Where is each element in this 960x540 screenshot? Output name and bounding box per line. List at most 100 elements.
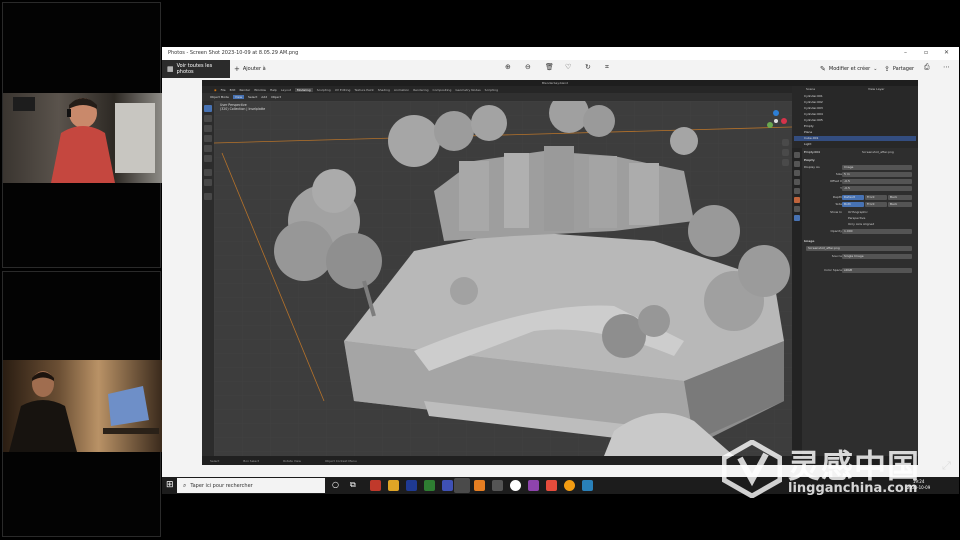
rotate-icon[interactable]: ↻: [585, 64, 591, 74]
workspace-tab[interactable]: UV Editing: [335, 88, 351, 92]
image-section-header[interactable]: Image: [804, 239, 916, 245]
outliner-row[interactable]: Cylinder.003: [794, 106, 916, 111]
select-tool-icon[interactable]: [204, 105, 212, 112]
app-icon-4[interactable]: [424, 480, 435, 491]
workspace-tab-active[interactable]: Modeling: [295, 87, 313, 92]
edit-create-button[interactable]: ✎ Modifier et créer ⌄: [820, 64, 877, 74]
app-icon-5[interactable]: [442, 480, 453, 491]
menu-help[interactable]: Help: [270, 88, 277, 92]
display-as-dropdown[interactable]: Image: [842, 165, 912, 170]
world-tab-icon[interactable]: [794, 188, 800, 194]
app-icon-10[interactable]: [528, 480, 539, 491]
add-cube-tool-icon[interactable]: [204, 193, 212, 200]
cursor-tool-icon[interactable]: [204, 115, 212, 122]
outliner-row[interactable]: Cylinder.002: [794, 100, 916, 105]
file-explorer-icon[interactable]: [388, 480, 399, 491]
outliner-row[interactable]: Cylinder.004: [794, 112, 916, 117]
outliner-row[interactable]: Cylinder.005: [794, 118, 916, 123]
add-menu[interactable]: Add: [261, 95, 267, 99]
measure-tool-icon[interactable]: [204, 179, 212, 186]
outliner-row-selected[interactable]: Cube.001: [794, 136, 916, 141]
annotate-tool-icon[interactable]: [204, 169, 212, 176]
side-back-button[interactable]: Back: [888, 202, 912, 207]
scene-tab-icon[interactable]: [794, 179, 800, 185]
zoom-out-icon[interactable]: ⊖: [525, 64, 531, 74]
depth-default-button[interactable]: Default: [842, 195, 864, 200]
print-icon[interactable]: ⎙: [924, 64, 930, 74]
tool-tab-icon[interactable]: [794, 152, 800, 158]
offset-x-field[interactable]: -0.5: [842, 179, 912, 184]
select-menu[interactable]: Select: [248, 95, 257, 99]
opacity-field[interactable]: 1.000: [842, 229, 912, 234]
app-icon-8[interactable]: [492, 480, 503, 491]
menu-render[interactable]: Render: [239, 88, 250, 92]
colorspace-dropdown[interactable]: sRGB: [842, 268, 912, 273]
outliner-row[interactable]: Plane: [794, 130, 916, 135]
empty-section-header[interactable]: Empty: [804, 158, 916, 164]
workspace-tab[interactable]: Animation: [394, 88, 409, 92]
3d-viewport[interactable]: User Perspective (320) Collection | Inse…: [214, 101, 792, 456]
workspace-tab[interactable]: Layout: [281, 88, 291, 92]
cortana-icon[interactable]: ○: [332, 480, 339, 489]
firefox-icon[interactable]: [454, 478, 470, 493]
size-field[interactable]: 5 m: [842, 172, 912, 177]
object-menu[interactable]: Object: [271, 95, 281, 99]
zoom-view-icon[interactable]: [782, 139, 789, 146]
see-all-photos-button[interactable]: ▦ Voir toutes les photos: [162, 60, 230, 78]
workspace-tab[interactable]: Texture Paint: [354, 88, 373, 92]
view-layer-selector[interactable]: View Layer: [868, 87, 884, 91]
depth-front-button[interactable]: Front: [865, 195, 887, 200]
view-menu[interactable]: View: [232, 95, 245, 99]
workspace-tab[interactable]: Shading: [378, 88, 390, 92]
side-both-button[interactable]: Both: [842, 202, 864, 207]
workspace-tab[interactable]: Sculpting: [317, 88, 331, 92]
image-selector[interactable]: Screenshot_after.png: [806, 246, 912, 251]
close-icon[interactable]: ✕: [944, 49, 949, 56]
share-button[interactable]: ⇪ Partager: [884, 64, 914, 74]
workspace-tab[interactable]: Compositing: [433, 88, 452, 92]
camera-view-icon[interactable]: [782, 159, 789, 166]
rotate-tool-icon[interactable]: [204, 135, 212, 142]
vlc-icon[interactable]: [474, 480, 485, 491]
more-icon[interactable]: ⋯: [943, 64, 950, 74]
favorite-icon[interactable]: ♡: [565, 64, 571, 74]
blender-taskbar-icon[interactable]: [564, 480, 575, 491]
object-mode-dropdown[interactable]: Object Mode: [210, 95, 229, 99]
app-icon-9[interactable]: [510, 480, 521, 491]
source-dropdown[interactable]: Single Image: [842, 254, 912, 259]
delete-icon[interactable]: 🗑: [545, 64, 554, 74]
data-name-field[interactable]: Screenshot_after.png: [862, 150, 912, 156]
output-tab-icon[interactable]: [794, 170, 800, 176]
show-axis-aligned-checkbox[interactable]: Only Axis Aligned: [848, 222, 914, 228]
add-to-button[interactable]: + Ajouter à: [234, 64, 266, 74]
task-view-icon[interactable]: ⧉: [350, 480, 356, 490]
object-tab-icon[interactable]: [794, 197, 800, 203]
scene-selector[interactable]: Scene: [806, 87, 815, 91]
workspace-tab[interactable]: Scripting: [485, 88, 498, 92]
menu-edit[interactable]: Edit: [230, 88, 236, 92]
offset-y-field[interactable]: -0.5: [842, 186, 912, 191]
app-icon-1[interactable]: [370, 480, 381, 491]
move-tool-icon[interactable]: [204, 125, 212, 132]
workspace-tab[interactable]: Rendering: [413, 88, 428, 92]
maximize-icon[interactable]: ▫: [924, 49, 928, 56]
pan-view-icon[interactable]: [782, 149, 789, 156]
minimize-icon[interactable]: –: [904, 49, 907, 56]
data-tab-icon[interactable]: [794, 215, 800, 221]
outliner-row[interactable]: Empty: [794, 124, 916, 129]
crop-icon[interactable]: ⌗: [605, 64, 609, 74]
expand-icon[interactable]: ⤢: [942, 459, 951, 473]
photoshop-icon[interactable]: [406, 480, 417, 491]
navigation-gizmo-icon[interactable]: [764, 109, 788, 133]
outliner-row[interactable]: Cylinder.001: [794, 94, 916, 99]
zoom-in-icon[interactable]: ⊕: [505, 64, 511, 74]
menu-file[interactable]: File: [221, 88, 226, 92]
outliner-row[interactable]: Light: [794, 142, 916, 147]
workspace-tab[interactable]: Geometry Nodes: [455, 88, 480, 92]
taskbar-search-box[interactable]: ⌕ Taper ici pour rechercher: [177, 478, 325, 493]
side-front-button[interactable]: Front: [865, 202, 887, 207]
depth-back-button[interactable]: Back: [888, 195, 912, 200]
app-icon-11[interactable]: [546, 480, 557, 491]
render-tab-icon[interactable]: [794, 161, 800, 167]
windows-start-icon[interactable]: ⊞: [166, 480, 174, 490]
